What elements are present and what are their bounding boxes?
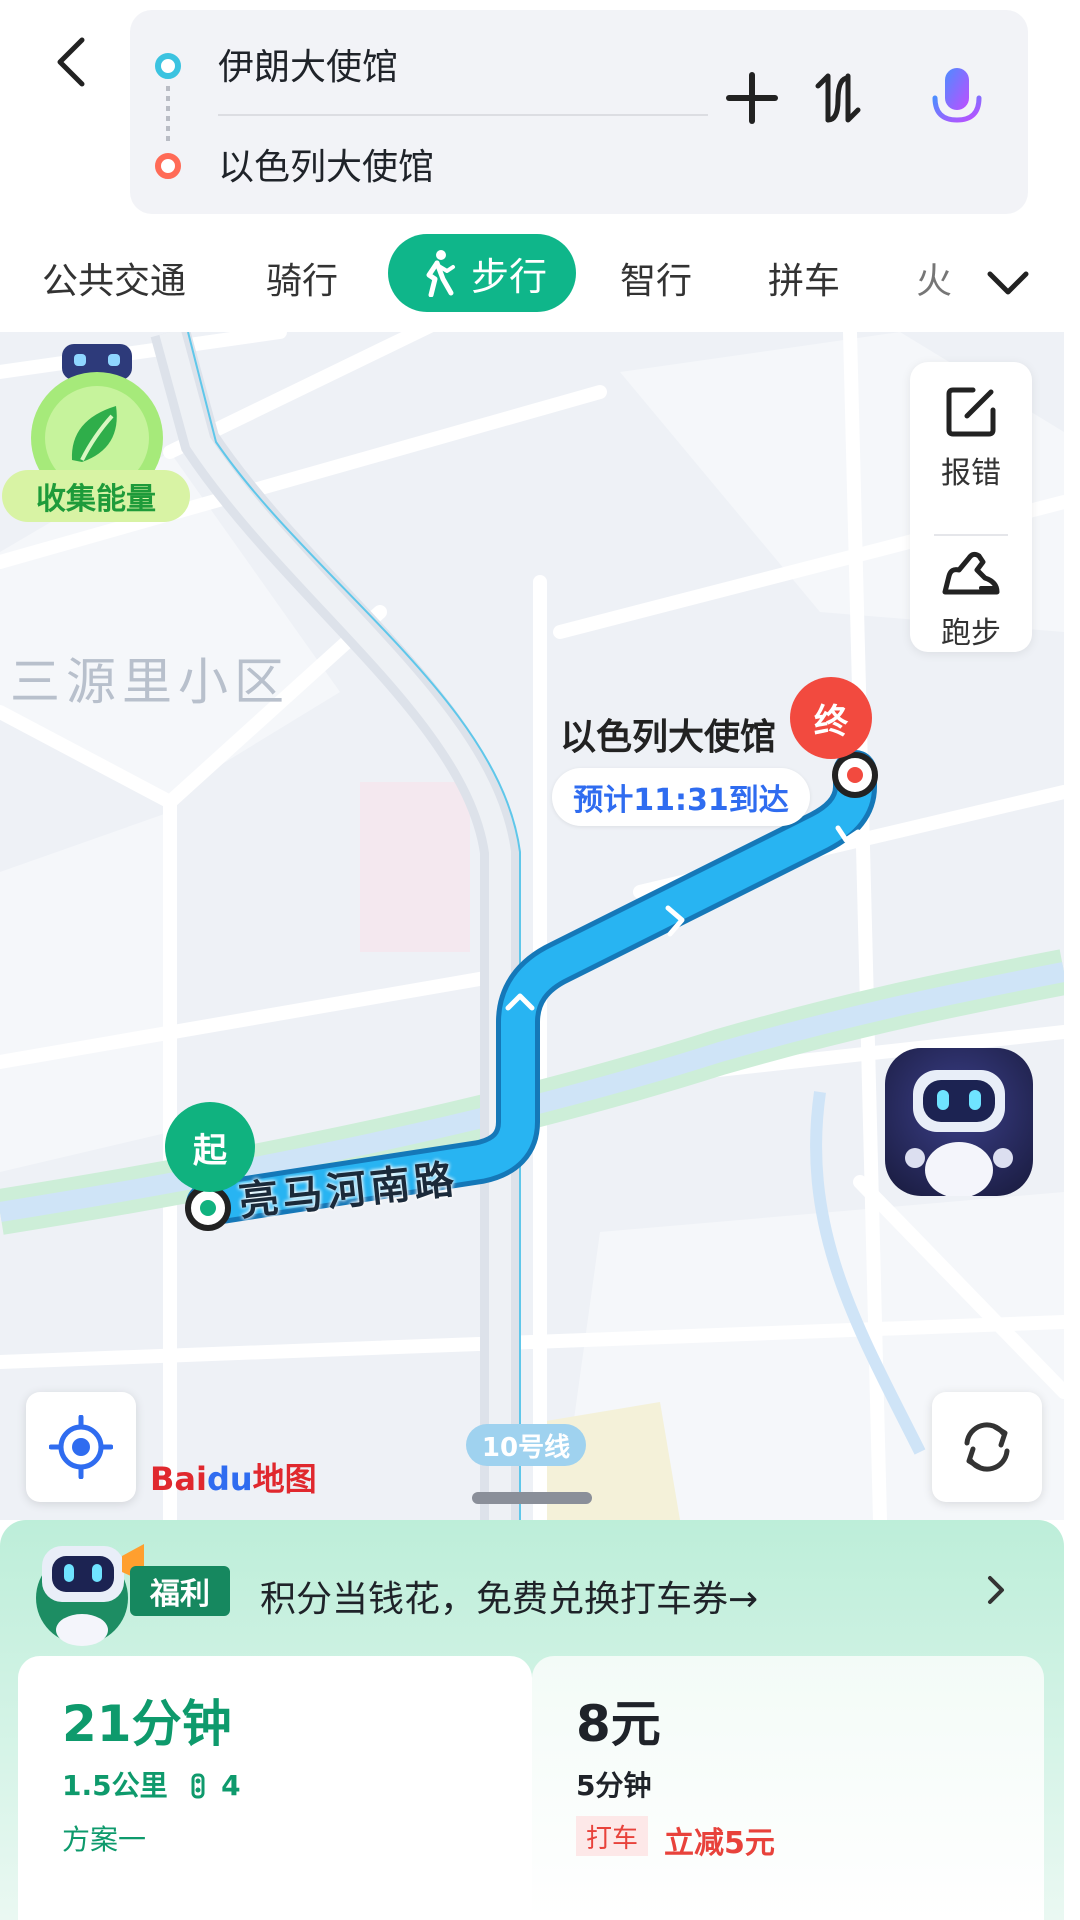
logo-bai: Bai [150,1460,207,1498]
chevron-left-icon [57,37,85,87]
more-modes-button[interactable] [978,258,1038,308]
swap-icon [815,73,861,123]
promo-arrow-button[interactable] [984,1572,1008,1612]
tab-train[interactable]: 火 [916,254,952,310]
plan-distance-row: 1.5公里 4 [62,1764,241,1804]
add-waypoint-button[interactable] [722,68,782,128]
robot-assistant-icon [905,1070,1013,1196]
assistant-robot-button[interactable] [885,1048,1033,1196]
promo-tag: 福利 [130,1566,230,1616]
route-connector [166,86,170,144]
divider [218,114,708,116]
refresh-icon [964,1422,1010,1472]
tab-public-transit[interactable]: 公共交通 [42,254,186,310]
collect-energy-label: 收集能量 [2,470,190,522]
report-error-button[interactable]: 报错 [910,384,1032,492]
side-divider [934,534,1008,536]
tab-cycling[interactable]: 骑行 [266,254,338,310]
route-input-box: 伊朗大使馆 以色列大使馆 [130,10,1028,214]
chevron-down-icon [987,271,1029,295]
running-button[interactable]: 跑步 [910,548,1032,652]
plan-distance: 1.5公里 [62,1769,168,1802]
tab-smart-travel[interactable]: 智行 [620,254,692,310]
edit-icon [946,387,996,437]
taxi-tag: 打车 [576,1816,649,1856]
destination-label: 以色列大使馆 [560,717,777,758]
end-location-field[interactable]: 以色列大使馆 [218,138,434,190]
refresh-button[interactable] [932,1392,1042,1502]
start-dot-icon [155,53,181,79]
locate-icon [49,1415,113,1479]
tab-carpool[interactable]: 拼车 [768,254,840,310]
taxi-duration: 5分钟 [576,1769,652,1802]
eta-badge: 预计11:31到达 [552,768,810,826]
logo-du: du [206,1460,253,1498]
end-dot-icon [155,153,181,179]
tab-walking[interactable]: 步行 [388,234,576,312]
chevron-right-icon [988,1576,1004,1604]
locate-me-button[interactable] [26,1392,136,1502]
running-label: 跑步 [941,616,1001,651]
start-location-field[interactable]: 伊朗大使馆 [218,38,398,90]
running-shoe-icon [942,551,1000,595]
energy-orb-icon [31,344,163,492]
walking-plan-card[interactable]: 21分钟 1.5公里 4 方案一 [18,1656,532,1920]
map-view[interactable]: 三源里小区 收集能量 报错 跑步 终 以色列大使馆 预计11:31到达 起 亮马… [0,332,1064,1520]
map-tools-panel: 报错 跑步 [910,362,1032,652]
district-label: 三源里小区 [10,653,290,711]
report-error-label: 报错 [941,456,1001,491]
traffic-light-icon [191,1773,205,1799]
baidu-map-logo: Baidu地图 [150,1454,317,1500]
plan-duration: 21分钟 [62,1695,232,1753]
taxi-plan-card[interactable]: 8元 5分钟 打车 立减5元 [532,1656,1044,1920]
collect-energy-widget[interactable]: 收集能量 [0,332,195,532]
promo-banner-link[interactable]: 积分当钱花，免费兑换打车券→ [260,1570,758,1622]
walking-icon [426,250,455,297]
logo-map: 地图 [252,1460,317,1498]
mascot-megaphone-icon [36,1544,144,1646]
route-summary-panel: 福利 积分当钱花，免费兑换打车券→ 21分钟 1.5公里 4 方案一 8元 5分… [0,1520,1064,1920]
plus-icon [726,72,778,124]
drag-handle[interactable] [472,1492,592,1504]
route-header: 伊朗大使馆 以色列大使馆 [0,0,1080,232]
taxi-price: 8元 [576,1695,661,1753]
plan-name: 方案一 [62,1823,147,1856]
tab-walking-label: 步行 [470,254,547,299]
swap-route-button[interactable] [808,68,868,128]
plan-traffic-lights: 4 [221,1769,241,1802]
microphone-icon [932,68,982,137]
taxi-discount: 立减5元 [664,1826,775,1861]
back-button[interactable] [40,30,104,94]
end-marker[interactable]: 终 [790,677,872,759]
subway-line-label: 10号线 [466,1424,586,1466]
voice-input-button[interactable] [922,62,992,142]
